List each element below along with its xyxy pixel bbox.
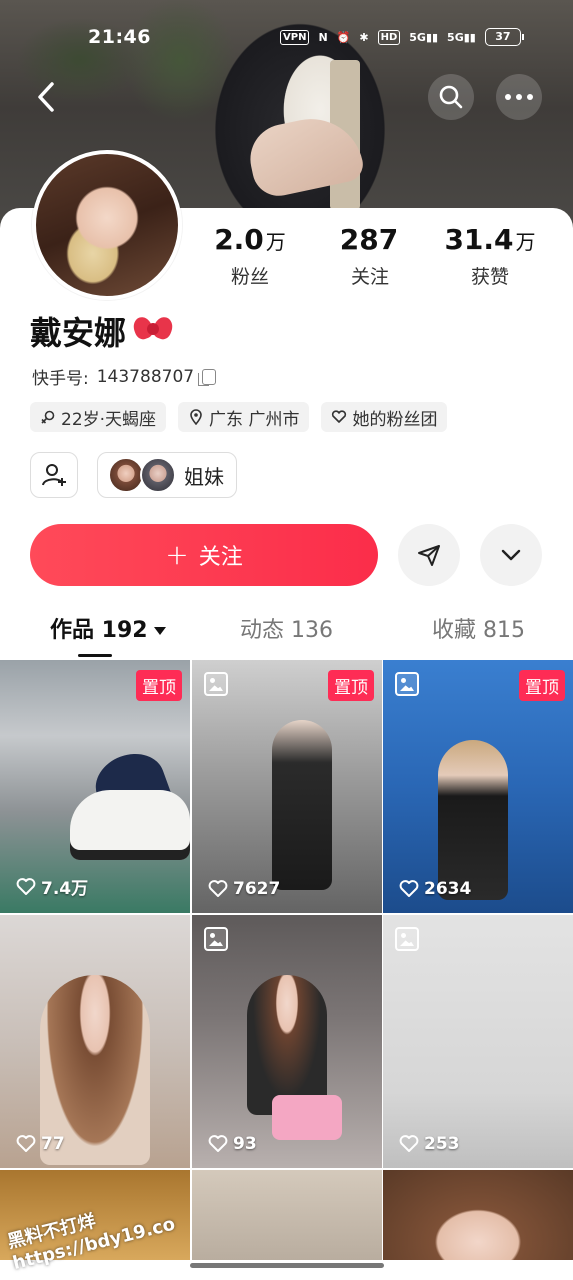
relation-button[interactable]: 姐妹 <box>97 452 237 498</box>
heart-icon <box>208 1135 228 1152</box>
tag-location: 广东 广州市 <box>178 402 310 432</box>
follow-button[interactable]: + 关注 <box>30 524 378 586</box>
work-item[interactable]: 253 <box>383 915 573 1168</box>
image-post-icon <box>204 672 228 696</box>
search-icon <box>439 85 463 109</box>
work-item[interactable]: 置顶 7.4万 <box>0 660 190 913</box>
tag-fan-club[interactable]: 她的粉丝团 <box>321 402 448 432</box>
pinned-badge: 置顶 <box>136 670 182 701</box>
kuaishou-id-value: 143788707 <box>96 366 195 387</box>
tab-works-label: 作品 192 <box>50 618 148 643</box>
message-button[interactable] <box>398 524 460 586</box>
stat-fans[interactable]: 2.0 万 粉丝 <box>190 222 310 289</box>
tag-age-sign: 22岁·天蝎座 <box>30 402 167 432</box>
status-icons: VPN N ⏰ ✱ HD 5G▮▮ 5G▮▮ 37 <box>280 28 524 46</box>
work-item[interactable]: 77 <box>0 915 190 1168</box>
follow-label: 关注 <box>198 545 243 570</box>
like-count: 7.4万 <box>16 874 88 899</box>
stat-likes[interactable]: 31.4 万 获赞 <box>430 222 550 289</box>
profile-avatar[interactable] <box>32 150 182 300</box>
pinned-badge: 置顶 <box>519 670 565 701</box>
like-count: 93 <box>208 1134 257 1154</box>
image-post-icon <box>204 927 228 951</box>
hd-icon: HD <box>377 29 401 45</box>
signal-1-icon: 5G▮▮ <box>409 30 439 44</box>
status-time: 21:46 <box>88 26 151 48</box>
gender-icon <box>41 410 55 424</box>
image-post-icon <box>395 927 419 951</box>
heart-icon <box>399 880 419 897</box>
work-item[interactable]: 93 <box>192 915 382 1168</box>
caret-down-icon <box>153 627 166 635</box>
tag-fan-club-label: 她的粉丝团 <box>352 409 438 430</box>
relation-label: 姐妹 <box>184 464 224 489</box>
like-count: 7627 <box>208 879 280 899</box>
pinned-badge: 置顶 <box>328 670 374 701</box>
recommend-dropdown-button[interactable] <box>480 524 542 586</box>
like-count: 77 <box>16 1134 65 1154</box>
following-label: 关注 <box>350 266 389 288</box>
location-icon <box>190 409 202 425</box>
fans-count: 2.0 <box>214 223 264 256</box>
add-user-icon <box>42 464 66 486</box>
image-post-icon <box>395 672 419 696</box>
bluetooth-icon: ✱ <box>359 30 369 44</box>
stat-following[interactable]: 287 关注 <box>310 222 430 289</box>
tab-moments[interactable]: 动态 136 <box>240 612 333 644</box>
likes-unit: 万 <box>515 230 536 254</box>
friend-avatar <box>108 457 144 493</box>
kuaishou-id-row[interactable]: 快手号: 143788707 <box>32 364 217 389</box>
tab-favorites[interactable]: 收藏 815 <box>432 612 525 644</box>
status-bar: 21:46 VPN N ⏰ ✱ HD 5G▮▮ 5G▮▮ 37 <box>0 22 573 52</box>
home-indicator[interactable] <box>190 1263 384 1268</box>
work-item[interactable] <box>383 1170 573 1260</box>
add-friend-button[interactable] <box>30 452 78 498</box>
work-item[interactable]: 置顶 7627 <box>192 660 382 913</box>
heart-icon <box>16 877 36 895</box>
chevron-down-icon <box>501 549 521 561</box>
work-item[interactable]: 置顶 2634 <box>383 660 573 913</box>
profile-tabs: 作品 192 动态 136 收藏 815 <box>0 612 573 658</box>
more-button[interactable] <box>496 74 542 120</box>
fans-label: 粉丝 <box>230 266 269 288</box>
vpn-badge: VPN <box>280 29 310 45</box>
like-count: 2634 <box>399 879 471 899</box>
search-button[interactable] <box>428 74 474 120</box>
profile-name-text: 戴安娜 <box>30 314 127 352</box>
plus-icon: + <box>165 538 189 571</box>
kuaishou-id-label: 快手号: <box>32 369 89 389</box>
battery-icon: 37 <box>484 28 524 46</box>
profile-tags: 22岁·天蝎座 广东 广州市 她的粉丝团 <box>30 402 448 432</box>
tab-active-indicator <box>78 654 112 657</box>
back-button[interactable] <box>32 80 66 114</box>
nfc-icon: N <box>318 30 328 44</box>
profile-stats: 2.0 万 粉丝 287 关注 31.4 万 获赞 <box>190 222 573 289</box>
heart-icon <box>16 1135 36 1152</box>
tab-moments-label: 动态 136 <box>240 618 333 643</box>
work-item[interactable] <box>192 1170 382 1260</box>
tab-favorites-label: 收藏 815 <box>432 618 525 643</box>
copy-icon[interactable] <box>198 368 217 386</box>
profile-name: 戴安娜 <box>30 308 174 354</box>
following-count: 287 <box>339 223 399 256</box>
likes-count: 31.4 <box>444 223 514 256</box>
signal-2-icon: 5G▮▮ <box>447 30 476 44</box>
alarm-icon: ⏰ <box>336 30 351 44</box>
tag-location-label: 广东 广州市 <box>209 409 300 430</box>
heart-icon <box>399 1135 419 1152</box>
send-icon <box>418 545 440 566</box>
tab-works[interactable]: 作品 192 <box>50 612 166 644</box>
more-dots-icon <box>505 94 533 100</box>
tag-age-label: 22岁·天蝎座 <box>61 409 157 430</box>
likes-label: 获赞 <box>470 266 509 288</box>
fan-club-icon <box>332 410 347 423</box>
heart-icon <box>208 880 228 897</box>
chevron-left-icon <box>38 82 54 112</box>
friend-avatar <box>140 457 176 493</box>
bow-emoji-icon <box>132 313 174 349</box>
like-count: 253 <box>399 1134 460 1154</box>
fans-unit: 万 <box>265 230 286 254</box>
